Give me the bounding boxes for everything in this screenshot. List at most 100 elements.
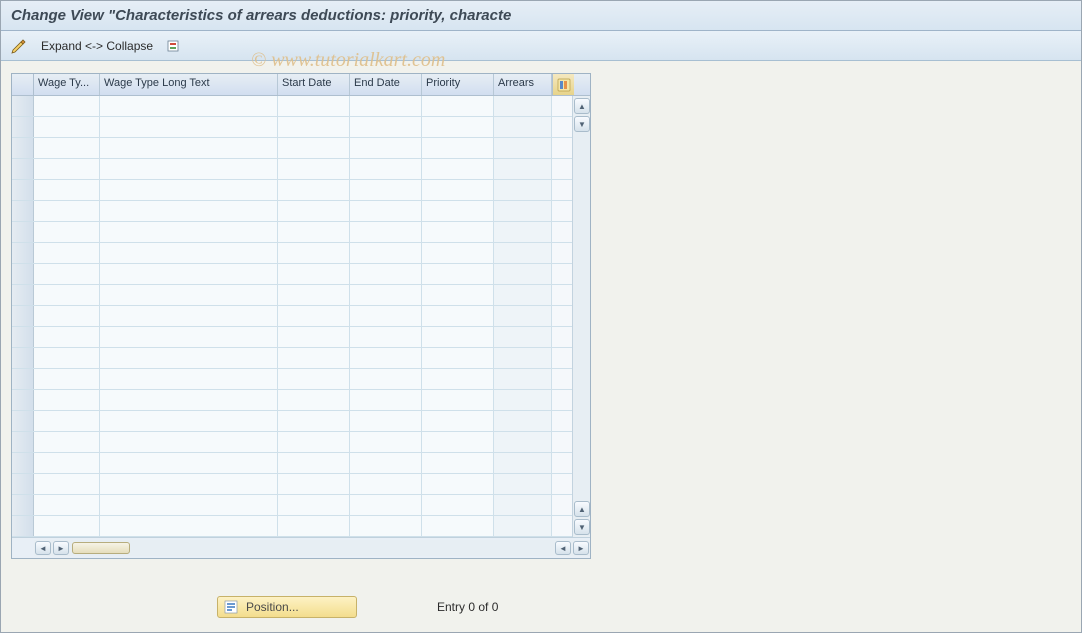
table-row[interactable] [12,243,572,264]
cell[interactable] [278,369,350,389]
cell[interactable] [278,96,350,116]
cell[interactable] [350,180,422,200]
cell[interactable] [278,516,350,536]
cell[interactable] [100,117,278,137]
cell[interactable] [494,306,552,326]
cell[interactable] [350,453,422,473]
cell[interactable] [350,432,422,452]
cell[interactable] [278,453,350,473]
cell[interactable] [422,222,494,242]
cell[interactable] [278,432,350,452]
cell[interactable] [34,117,100,137]
row-selector[interactable] [12,495,34,515]
col-header-priority[interactable]: Priority [422,74,494,95]
cell[interactable] [34,180,100,200]
col-header-arrears[interactable]: Arrears [494,74,552,95]
cell[interactable] [350,390,422,410]
cell[interactable] [278,306,350,326]
row-selector[interactable] [12,180,34,200]
cell[interactable] [100,264,278,284]
cell[interactable] [34,201,100,221]
cell[interactable] [100,369,278,389]
row-selector[interactable] [12,96,34,116]
cell[interactable] [278,201,350,221]
cell[interactable] [422,306,494,326]
table-row[interactable] [12,348,572,369]
cell[interactable] [422,474,494,494]
row-selector[interactable] [12,159,34,179]
row-selector[interactable] [12,453,34,473]
cell[interactable] [494,243,552,263]
table-row[interactable] [12,516,572,537]
table-row[interactable] [12,285,572,306]
cell[interactable] [100,348,278,368]
table-row[interactable] [12,369,572,390]
cell[interactable] [100,222,278,242]
cell[interactable] [422,369,494,389]
cell[interactable] [422,285,494,305]
table-row[interactable] [12,222,572,243]
cell[interactable] [350,117,422,137]
cell[interactable] [422,201,494,221]
cell[interactable] [278,390,350,410]
cell[interactable] [494,96,552,116]
cell[interactable] [278,117,350,137]
cell[interactable] [100,306,278,326]
cell[interactable] [350,243,422,263]
cell[interactable] [422,516,494,536]
cell[interactable] [100,432,278,452]
cell[interactable] [278,411,350,431]
cell[interactable] [422,411,494,431]
table-row[interactable] [12,453,572,474]
cell[interactable] [34,369,100,389]
cell[interactable] [100,138,278,158]
cell[interactable] [494,432,552,452]
cell[interactable] [494,222,552,242]
cell[interactable] [278,159,350,179]
cell[interactable] [350,495,422,515]
table-row[interactable] [12,432,572,453]
cell[interactable] [278,348,350,368]
vertical-scrollbar[interactable]: ▲ ▼ ▲ ▼ [572,96,590,537]
col-header-start-date[interactable]: Start Date [278,74,350,95]
cell[interactable] [350,474,422,494]
table-row[interactable] [12,138,572,159]
cell[interactable] [100,327,278,347]
scroll-left-button[interactable]: ► [53,541,69,555]
cell[interactable] [278,327,350,347]
cell[interactable] [100,516,278,536]
cell[interactable] [34,474,100,494]
table-row[interactable] [12,495,572,516]
cell[interactable] [350,348,422,368]
cell[interactable] [350,96,422,116]
cell[interactable] [34,138,100,158]
cell[interactable] [350,201,422,221]
row-selector-header[interactable] [12,74,34,95]
cell[interactable] [494,411,552,431]
cell[interactable] [100,390,278,410]
cell[interactable] [100,201,278,221]
scroll-thumb[interactable] [72,542,130,554]
cell[interactable] [34,453,100,473]
col-header-end-date[interactable]: End Date [350,74,422,95]
row-selector[interactable] [12,390,34,410]
scroll-first-button[interactable]: ◄ [35,541,51,555]
cell[interactable] [100,180,278,200]
cell[interactable] [100,411,278,431]
cell[interactable] [494,180,552,200]
cell[interactable] [34,390,100,410]
row-selector[interactable] [12,369,34,389]
cell[interactable] [100,453,278,473]
cell[interactable] [278,264,350,284]
cell[interactable] [350,369,422,389]
cell[interactable] [278,285,350,305]
row-selector[interactable] [12,201,34,221]
row-selector[interactable] [12,243,34,263]
cell[interactable] [34,516,100,536]
row-selector[interactable] [12,516,34,536]
cell[interactable] [100,243,278,263]
cell[interactable] [100,96,278,116]
cell[interactable] [100,495,278,515]
cell[interactable] [34,264,100,284]
cell[interactable] [278,180,350,200]
